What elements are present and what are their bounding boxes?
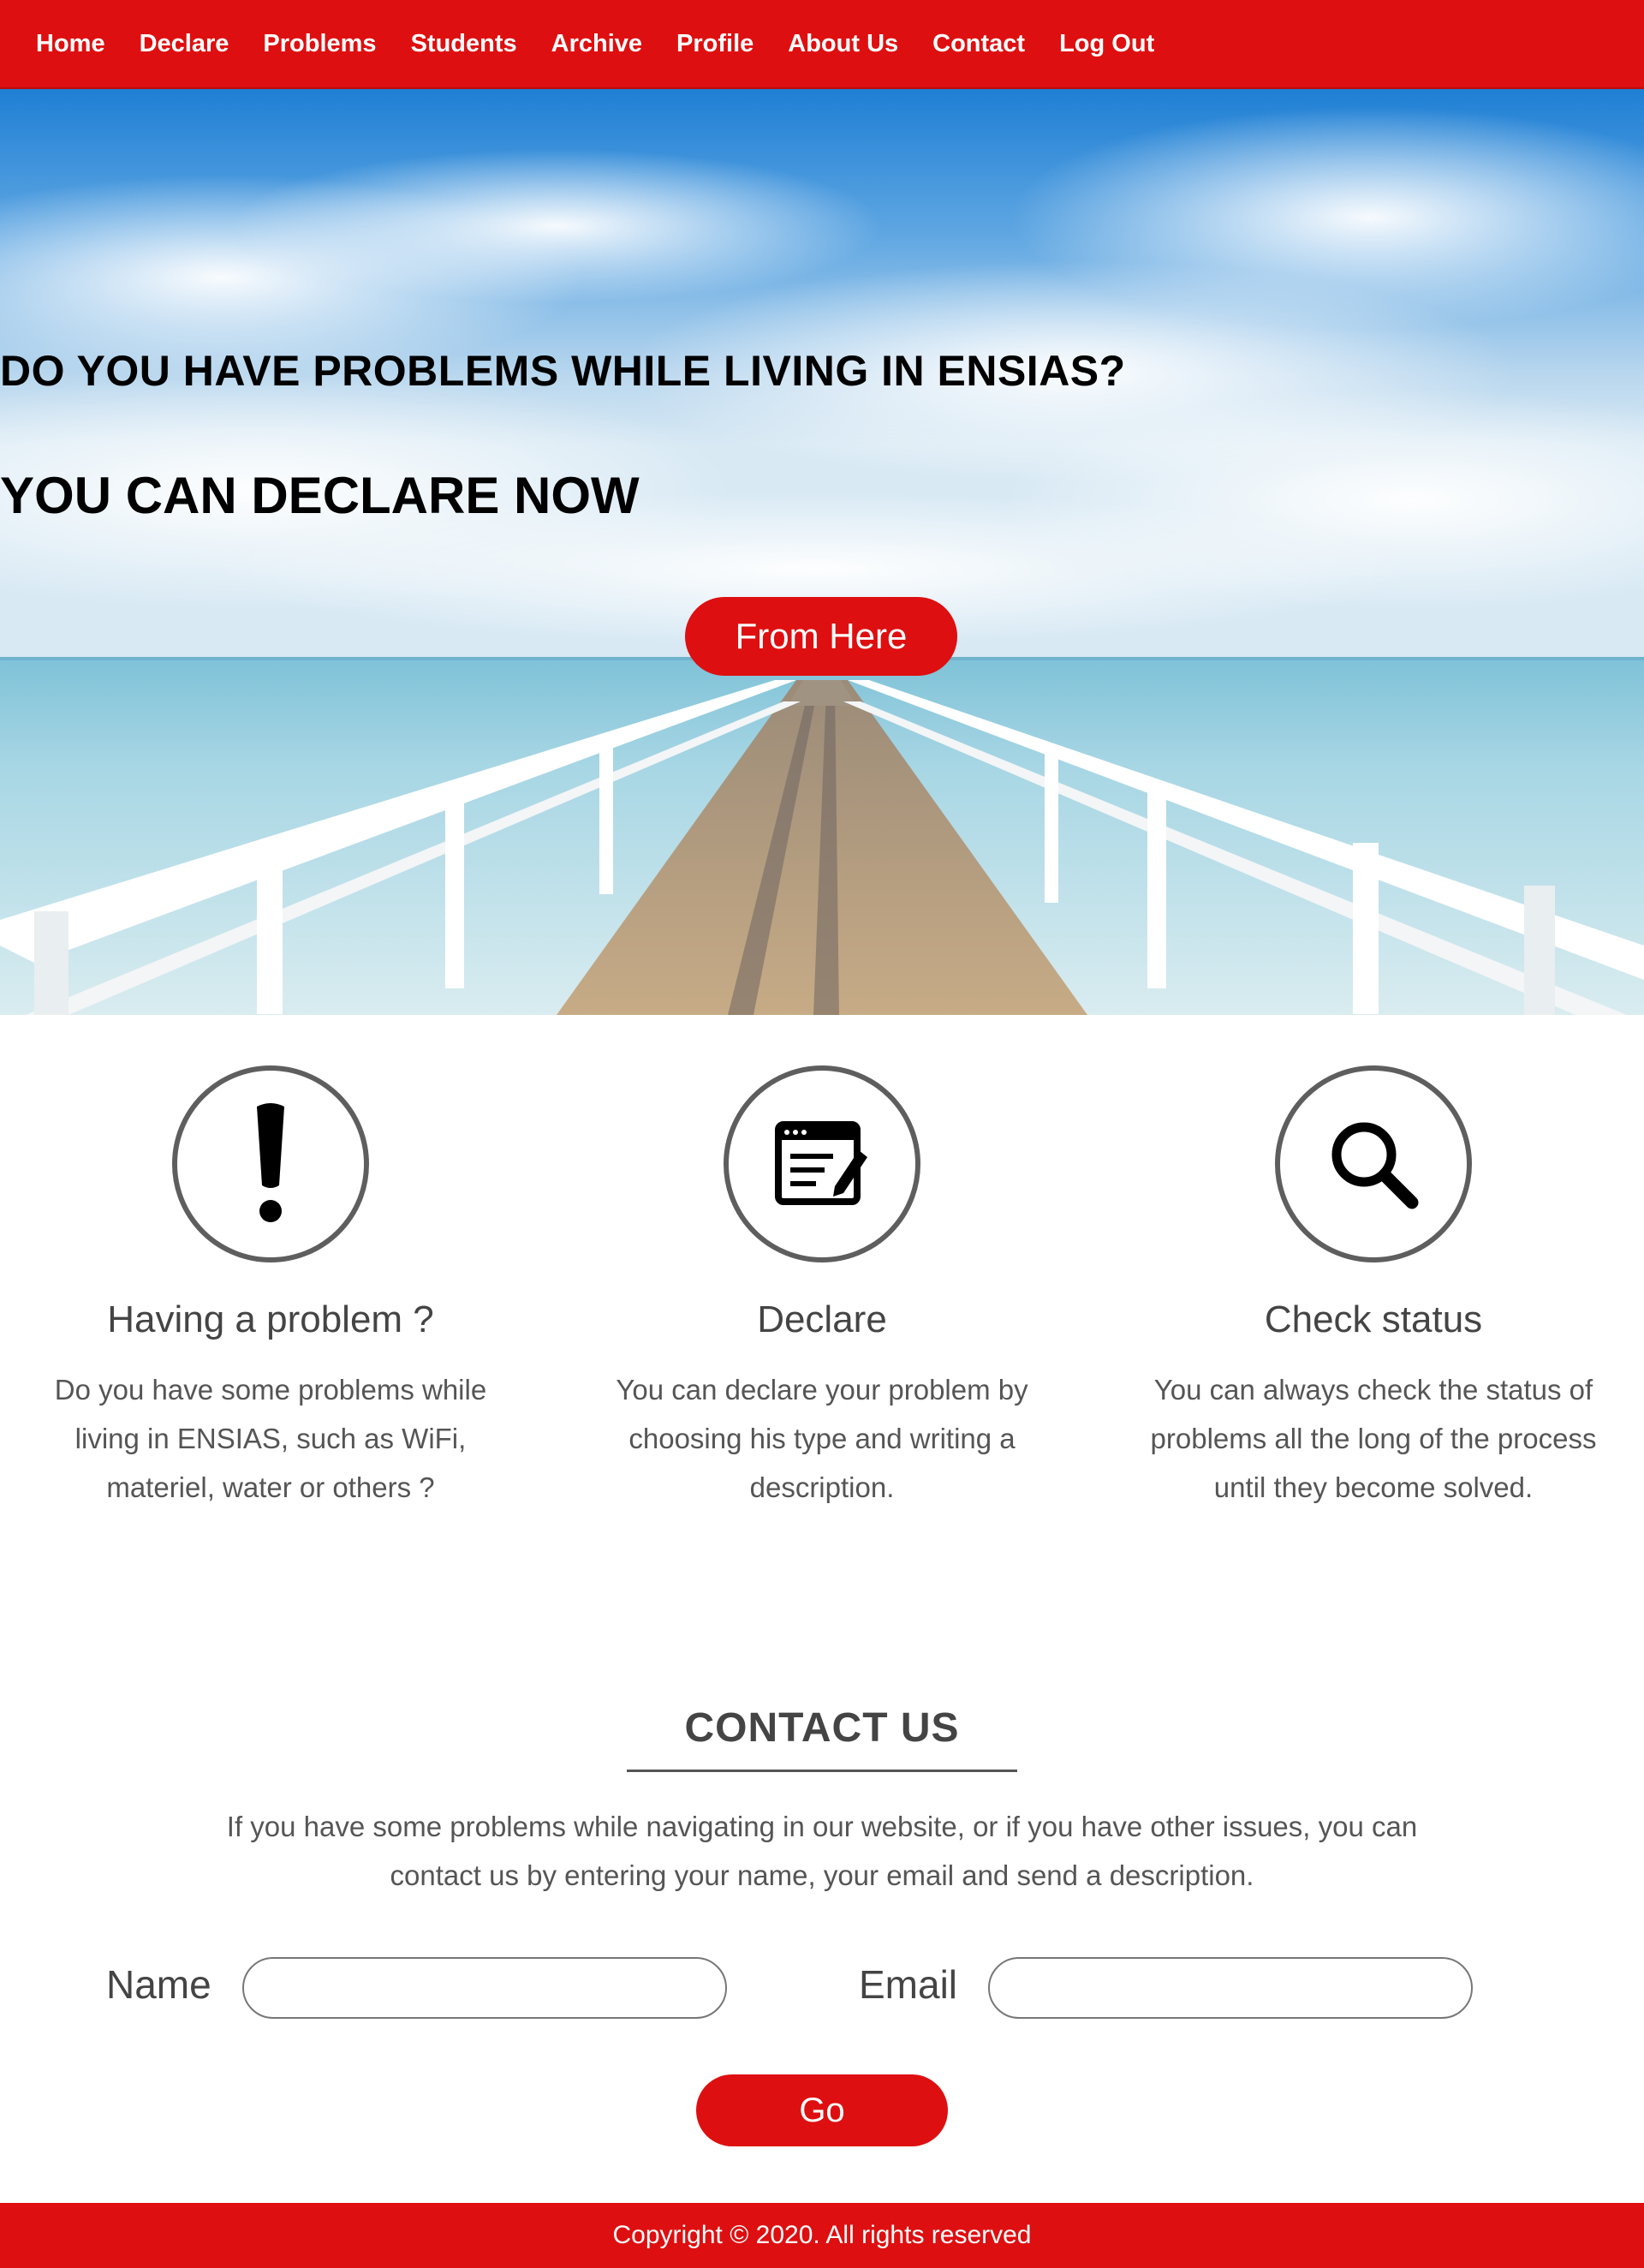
contact-title: CONTACT US [684, 1705, 960, 1751]
email-input[interactable] [988, 1957, 1473, 2019]
go-button[interactable]: Go [696, 2074, 948, 2146]
nav-home[interactable]: Home [36, 30, 105, 58]
nav-students[interactable]: Students [411, 30, 517, 58]
nav-problems[interactable]: Problems [263, 30, 376, 58]
exclamation-icon [257, 1103, 284, 1222]
feature-declare: Declare You can declare your problem by … [582, 1065, 1062, 1512]
hero-headline: DO YOU HAVE PROBLEMS WHILE LIVING IN ENS… [0, 347, 1126, 395]
search-icon [1331, 1122, 1419, 1209]
nav-archive[interactable]: Archive [551, 30, 642, 58]
nav-about-us[interactable]: About Us [788, 30, 898, 58]
contact-title-underline [627, 1770, 1017, 1772]
hero-background-image [0, 89, 1644, 1015]
declare-form-icon [775, 1121, 867, 1205]
nav-profile[interactable]: Profile [676, 30, 754, 58]
contact-description: If you have some problems while navigati… [226, 1811, 1418, 1891]
feature-icon-circle [172, 1065, 369, 1262]
hero-banner: DO YOU HAVE PROBLEMS WHILE LIVING IN ENS… [0, 89, 1644, 1015]
top-navbar: Home Declare Problems Students Archive P… [0, 0, 1644, 89]
hero-subheadline: YOU CAN DECLARE NOW [0, 467, 640, 524]
email-label: Email [859, 1962, 958, 2007]
feature-description: You can declare your problem by choosing… [616, 1374, 1028, 1503]
feature-description: Do you have some problems while living i… [54, 1374, 487, 1503]
feature-having-problem: Having a problem ? Do you have some prob… [31, 1065, 510, 1512]
nav-log-out[interactable]: Log Out [1059, 30, 1154, 58]
feature-icon-circle [724, 1065, 920, 1262]
feature-description: You can always check the status of probl… [1150, 1374, 1597, 1503]
name-input[interactable] [242, 1957, 727, 2019]
footer: Copyright © 2020. All rights reserved [0, 2203, 1644, 2268]
feature-title: Declare [757, 1298, 887, 1340]
nav-contact[interactable]: Contact [932, 30, 1025, 58]
feature-title: Having a problem ? [107, 1298, 434, 1340]
feature-check-status: Check status You can always check the st… [1134, 1065, 1613, 1512]
from-here-button[interactable]: From Here [685, 597, 957, 676]
feature-title: Check status [1264, 1298, 1483, 1340]
feature-icon-circle [1275, 1065, 1472, 1262]
copyright-text: Copyright © 2020. All rights reserved [612, 2221, 1032, 2249]
nav-declare[interactable]: Declare [140, 30, 229, 58]
name-label: Name [106, 1962, 211, 2007]
